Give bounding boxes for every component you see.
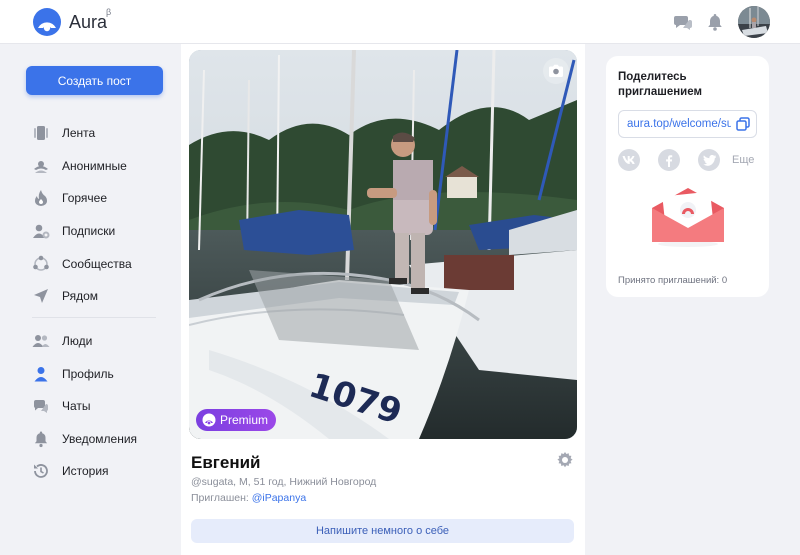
sidebar-item-nearby[interactable]: Рядом: [32, 284, 162, 308]
sidebar-item-chats[interactable]: Чаты: [32, 394, 162, 418]
share-row: Еще: [618, 149, 763, 171]
user-avatar[interactable]: [738, 6, 770, 38]
sidebar-item-label: Горячее: [62, 191, 108, 205]
bell-icon[interactable]: [705, 12, 725, 32]
profile-name: Евгений: [191, 453, 261, 472]
invited-prefix: Приглашен:: [191, 492, 252, 504]
sidebar-item-label: Чаты: [62, 399, 91, 413]
invited-by: Приглашен: @iPapanya: [191, 492, 306, 504]
invite-title: Поделитесь приглашением: [618, 71, 702, 98]
premium-label: Premium: [220, 413, 269, 427]
copy-icon[interactable]: [736, 117, 750, 131]
sidebar-item-label: Анонимные: [62, 159, 127, 173]
camera-icon: [549, 64, 563, 77]
sidebar-item-label: Люди: [62, 334, 93, 348]
notifications-icon: [32, 430, 50, 448]
aura-logo-icon[interactable]: [32, 7, 62, 37]
nearby-icon: [32, 287, 50, 305]
brand-name[interactable]: Aura: [69, 12, 107, 33]
twitter-icon[interactable]: [698, 149, 720, 171]
subscriptions-icon: [32, 222, 50, 240]
chats-icon: [32, 397, 50, 415]
sidebar-item-communities[interactable]: Сообщества: [32, 252, 162, 276]
sidebar-item-subscriptions[interactable]: Подписки: [32, 219, 162, 243]
sidebar-item-hot[interactable]: Горячее: [32, 186, 162, 210]
invite-link-field[interactable]: aura.top/welcome/sugata: [618, 110, 757, 138]
sidebar-item-label: Уведомления: [62, 432, 138, 446]
people-icon: [32, 332, 50, 350]
history-icon: [32, 462, 50, 480]
sidebar-item-label: История: [62, 464, 109, 478]
beta-badge: β: [106, 7, 112, 17]
top-bar: Aura β: [0, 0, 800, 44]
write-about-button[interactable]: Напишите немного о себе: [191, 519, 574, 543]
sidebar-item-people[interactable]: Люди: [32, 329, 162, 353]
vk-icon[interactable]: [618, 149, 640, 171]
facebook-icon[interactable]: [658, 149, 680, 171]
sidebar-item-label: Сообщества: [62, 257, 132, 271]
communities-icon: [32, 255, 50, 273]
fire-icon: [32, 189, 50, 207]
sidebar-item-feed[interactable]: Лента: [32, 121, 162, 145]
aura-logo-icon: [202, 413, 216, 427]
envelope-icon: [652, 188, 724, 247]
chat-icon[interactable]: [673, 12, 693, 32]
sidebar-item-label: Профиль: [62, 367, 114, 381]
accepted-invites: Принято приглашений: 0: [618, 275, 728, 286]
profile-card: 1079 Premium Евгений @sugata, М, 51 год,…: [181, 44, 585, 555]
profile-meta: @sugata, М, 51 год, Нижний Новгород: [191, 476, 377, 488]
create-post-button[interactable]: Создать пост: [26, 66, 163, 95]
invite-card: Поделитесь приглашением aura.top/welcome…: [606, 56, 769, 297]
sidebar-item-anonymous[interactable]: Анонимные: [32, 154, 162, 178]
sidebar-item-label: Рядом: [62, 289, 99, 303]
sidebar-item-notifications[interactable]: Уведомления: [32, 427, 162, 451]
inviter-link[interactable]: @iPapanya: [252, 492, 306, 504]
anonymous-icon: [32, 157, 50, 175]
sidebar-item-label: Подписки: [62, 224, 116, 238]
sidebar-item-profile[interactable]: Профиль: [32, 362, 162, 386]
invite-link[interactable]: aura.top/welcome/sugata: [627, 118, 731, 130]
sidebar-divider: [32, 317, 156, 318]
feed-icon: [32, 124, 50, 142]
sidebar-item-label: Лента: [62, 126, 96, 140]
premium-badge[interactable]: Premium: [196, 409, 277, 431]
change-photo-button[interactable]: [543, 58, 569, 84]
profile-icon: [32, 365, 50, 383]
gear-icon[interactable]: [556, 451, 574, 469]
share-more-link[interactable]: Еще: [732, 154, 754, 166]
profile-photo[interactable]: 1079 Premium: [189, 50, 577, 439]
sidebar-item-history[interactable]: История: [32, 459, 162, 483]
